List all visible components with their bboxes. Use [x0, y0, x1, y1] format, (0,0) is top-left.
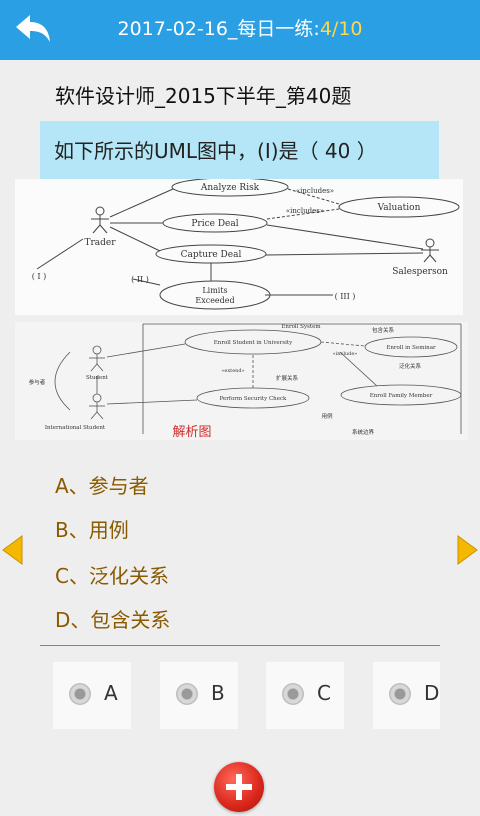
uml-usecase-exceeded: Exceeded	[195, 296, 234, 305]
answer-a[interactable]: A	[53, 662, 131, 729]
analysis-note-boundary: 系统边界	[352, 428, 375, 436]
uml-usecase-capture-deal: Capture Deal	[181, 250, 242, 260]
add-button[interactable]	[214, 762, 264, 812]
left-triangle-icon	[2, 535, 23, 565]
radio-icon	[389, 683, 411, 705]
title-date: 2017-02-16_每日一练:	[117, 18, 320, 40]
options-divider	[40, 645, 440, 646]
analysis-actor-student: Student	[86, 375, 109, 381]
analysis-actor-international-student: International Student	[45, 425, 106, 431]
exam-subject: 软件设计师_2015下半年_第40题	[55, 84, 352, 108]
answer-d-label: D	[424, 681, 440, 705]
analysis-usecase-enroll-university: Enroll Student in University	[214, 340, 293, 346]
answer-b[interactable]: B	[160, 662, 238, 729]
analysis-usecase-family-member: Enroll Family Member	[370, 393, 433, 399]
analysis-note-include: 包含关系	[372, 326, 395, 334]
option-d[interactable]: D、包含关系	[55, 604, 170, 633]
analysis-note-actor: 参与者	[29, 378, 46, 386]
uml-marker-ii: ( II )	[131, 275, 149, 284]
analysis-figure-label: 解析图	[172, 425, 211, 440]
radio-icon	[69, 683, 91, 705]
analysis-usecase-security-check: Perform Security Check	[220, 396, 287, 402]
uml-marker-i: ( I )	[32, 272, 47, 281]
uml-usecase-limits: Limits	[202, 286, 227, 295]
answer-d[interactable]: D	[373, 662, 440, 729]
uml-actor-salesperson: Salesperson	[392, 267, 448, 277]
analysis-relation-include: «include»	[333, 351, 358, 357]
answer-c[interactable]: C	[266, 662, 344, 729]
uml-marker-iii: ( III )	[335, 292, 356, 301]
uml-actor-trader: Trader	[84, 238, 116, 248]
question-box: 如下所示的UML图中，(I)是（ 40 ）	[40, 121, 439, 179]
analysis-figure: Enroll System Enroll Student in Universi…	[15, 322, 468, 440]
answer-b-label: B	[211, 681, 225, 705]
next-question-button[interactable]	[456, 533, 480, 567]
option-c[interactable]: C、泛化关系	[55, 560, 169, 589]
option-b[interactable]: B、用例	[55, 514, 129, 543]
page-title: 2017-02-16_每日一练:4/10	[0, 0, 480, 60]
uml-relation-includes-1: «includes»	[296, 187, 334, 195]
uml-usecase-valuation: Valuation	[377, 203, 421, 213]
uml-relation-includes-2: «includes»	[286, 207, 324, 215]
analysis-relation-extend: «extend»	[221, 368, 244, 374]
radio-icon	[176, 683, 198, 705]
analysis-note-usecase: 用例	[321, 412, 333, 420]
option-a[interactable]: A、参与者	[55, 470, 149, 499]
uml-figure: Analyze Risk Price Deal Capture Deal Lim…	[15, 177, 463, 315]
analysis-usecase-enroll-seminar: Enroll in Seminar	[386, 345, 436, 351]
uml-usecase-price-deal: Price Deal	[191, 219, 238, 229]
uml-usecase-analyze-risk: Analyze Risk	[200, 183, 260, 193]
analysis-note-extend: 扩展关系	[276, 374, 299, 382]
right-triangle-icon	[457, 535, 478, 565]
answer-c-label: C	[317, 681, 331, 705]
answer-a-label: A	[104, 681, 118, 705]
analysis-note-generalization: 泛化关系	[399, 362, 422, 370]
prev-question-button[interactable]	[0, 533, 24, 567]
question-progress: 4/10	[319, 18, 363, 40]
analysis-system-label: Enroll System	[281, 324, 321, 330]
header-bar: 2017-02-16_每日一练:4/10	[0, 0, 480, 60]
radio-icon	[282, 683, 304, 705]
plus-icon	[226, 774, 252, 800]
question-text: 如下所示的UML图中，(I)是（ 40 ）	[54, 139, 377, 163]
